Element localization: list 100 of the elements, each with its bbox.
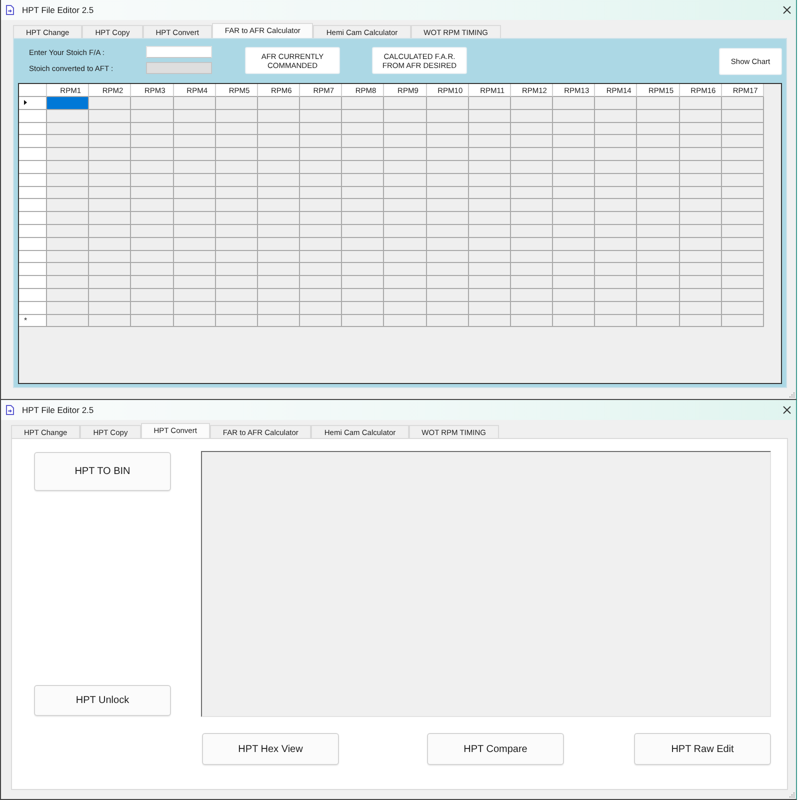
grid-cell[interactable] [258, 160, 300, 174]
grid-cell[interactable] [722, 263, 764, 276]
grid-cell[interactable] [510, 110, 554, 123]
grid-cell[interactable] [595, 212, 638, 225]
grid-cell[interactable] [510, 199, 554, 212]
grid-cell[interactable] [89, 276, 132, 289]
grid-cell[interactable] [722, 135, 764, 148]
grid-cell[interactable] [722, 148, 764, 161]
grid-cell[interactable] [637, 97, 680, 110]
grid-cell[interactable] [384, 212, 427, 225]
grid-cell[interactable] [680, 160, 722, 174]
grid-cell[interactable] [300, 314, 342, 328]
grid-cell[interactable] [131, 276, 174, 289]
grid-cell[interactable] [300, 263, 342, 276]
grid-cell[interactable] [595, 302, 638, 315]
grid-cell[interactable] [468, 122, 511, 136]
grid-cell[interactable] [595, 250, 638, 264]
input-field[interactable] [146, 46, 212, 58]
grid-cell[interactable] [258, 224, 300, 238]
grid-cell[interactable] [637, 135, 680, 148]
grid-cell[interactable] [510, 302, 554, 315]
grid-cell[interactable] [300, 276, 342, 289]
grid-cell[interactable] [680, 238, 722, 251]
grid-cell[interactable] [637, 276, 680, 289]
grid-cell[interactable] [384, 302, 427, 315]
grid-cell[interactable] [89, 302, 132, 315]
grid-cell[interactable] [680, 97, 722, 110]
grid-cell[interactable] [510, 250, 554, 264]
grid-cell[interactable] [468, 263, 511, 276]
grid-cell[interactable] [342, 199, 384, 212]
grid-cell[interactable] [680, 302, 722, 315]
grid-cell[interactable] [300, 288, 342, 302]
grid-cell[interactable] [89, 122, 132, 136]
grid-cell[interactable] [468, 314, 511, 328]
grid-cell[interactable] [300, 148, 342, 161]
grid-cell[interactable] [258, 186, 300, 200]
grid-cell[interactable] [300, 302, 342, 315]
grid-cell[interactable] [553, 174, 596, 187]
close-icon[interactable] [783, 406, 791, 414]
grid-cell[interactable] [258, 174, 300, 187]
grid-cell[interactable] [722, 314, 764, 328]
grid-cell[interactable] [426, 199, 469, 212]
grid-cell[interactable] [342, 263, 384, 276]
grid-cell[interactable] [89, 135, 132, 148]
grid-cell[interactable] [258, 122, 300, 136]
grid-cell[interactable] [553, 224, 596, 238]
grid-cell[interactable] [384, 122, 427, 136]
grid-cell[interactable] [510, 224, 554, 238]
grid-cell[interactable] [595, 135, 638, 148]
grid-cell[interactable] [384, 148, 427, 161]
grid-cell[interactable] [680, 224, 722, 238]
grid-cell[interactable] [258, 302, 300, 315]
grid-cell[interactable] [680, 263, 722, 276]
grid-cell[interactable] [342, 276, 384, 289]
grid-cell[interactable] [300, 135, 342, 148]
grid-cell[interactable] [722, 160, 764, 174]
grid-cell[interactable] [258, 276, 300, 289]
grid-cell[interactable] [47, 250, 90, 264]
grid-cell[interactable] [426, 250, 469, 264]
grid-cell[interactable] [174, 250, 216, 264]
grid-cell[interactable] [553, 288, 596, 302]
grid-cell[interactable] [258, 135, 300, 148]
grid-cell[interactable] [468, 160, 511, 174]
tool-button[interactable]: HPT Raw Edit [634, 733, 771, 765]
grid-cell[interactable] [174, 122, 216, 136]
grid-cell[interactable] [89, 263, 132, 276]
grid-cell[interactable] [680, 174, 722, 187]
grid-cell[interactable] [637, 174, 680, 187]
grid-cell[interactable] [47, 224, 90, 238]
grid-cell[interactable] [342, 314, 384, 328]
grid-cell[interactable] [216, 263, 258, 276]
grid-cell[interactable] [722, 174, 764, 187]
grid-cell[interactable] [384, 160, 427, 174]
grid-cell[interactable] [722, 110, 764, 123]
grid-cell[interactable] [595, 263, 638, 276]
grid-cell[interactable] [680, 186, 722, 200]
grid-cell[interactable] [342, 238, 384, 251]
grid-cell[interactable] [595, 148, 638, 161]
grid-cell[interactable] [47, 199, 90, 212]
grid-cell[interactable] [131, 148, 174, 161]
grid-cell[interactable] [384, 288, 427, 302]
grid-cell[interactable] [468, 199, 511, 212]
grid-cell[interactable] [89, 288, 132, 302]
grid-cell[interactable] [174, 110, 216, 123]
grid-cell[interactable] [174, 186, 216, 200]
grid-cell[interactable] [216, 288, 258, 302]
grid-cell[interactable] [300, 186, 342, 200]
grid-cell[interactable] [680, 135, 722, 148]
grid-cell[interactable] [131, 314, 174, 328]
grid-cell[interactable] [174, 224, 216, 238]
grid-cell[interactable] [342, 97, 384, 110]
grid-cell[interactable] [89, 186, 132, 200]
grid-cell[interactable] [722, 288, 764, 302]
grid-cell[interactable] [216, 160, 258, 174]
grid-cell[interactable] [553, 302, 596, 315]
grid-cell[interactable] [300, 97, 342, 110]
grid-cell[interactable] [468, 97, 511, 110]
close-icon[interactable] [783, 6, 791, 14]
grid-cell[interactable] [131, 302, 174, 315]
grid-cell[interactable] [722, 212, 764, 225]
